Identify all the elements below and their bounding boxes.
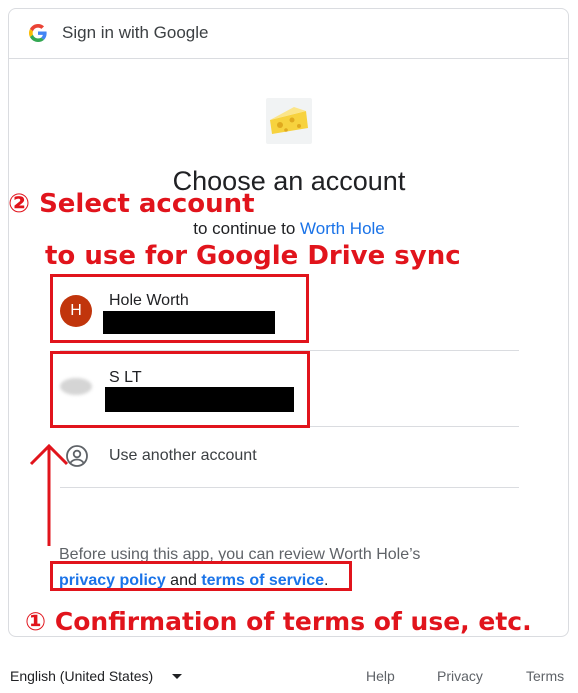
app-logo xyxy=(266,98,312,144)
use-another-account-label: Use another account xyxy=(109,447,257,464)
annotation-step-2-detail: to use for Google Drive sync xyxy=(45,241,461,271)
annotation-box-account-2 xyxy=(50,351,310,428)
divider xyxy=(60,487,519,488)
footer-terms-link[interactable]: Terms xyxy=(526,668,564,684)
annotation-box-terms xyxy=(50,561,352,591)
footer-help-link[interactable]: Help xyxy=(366,668,395,684)
chevron-down-icon[interactable] xyxy=(172,674,182,679)
header-title: Sign in with Google xyxy=(62,23,209,42)
subheading-prefix: to continue to xyxy=(193,219,296,238)
annotation-arrow-icon xyxy=(29,443,69,546)
annotation-box-account-1 xyxy=(50,274,309,343)
page-subheading: to continue to Worth Hole xyxy=(0,219,578,239)
annotation-step-2: ② Select account xyxy=(8,189,255,219)
card-header: Sign in with Google xyxy=(9,9,568,59)
google-g-icon xyxy=(29,24,47,42)
app-name-link[interactable]: Worth Hole xyxy=(300,219,385,238)
cheese-icon xyxy=(270,107,308,134)
annotation-step-1: ① Confirmation of terms of use, etc. xyxy=(25,607,532,636)
footer-privacy-link[interactable]: Privacy xyxy=(437,668,483,684)
language-selector[interactable]: English (United States) xyxy=(10,668,153,684)
